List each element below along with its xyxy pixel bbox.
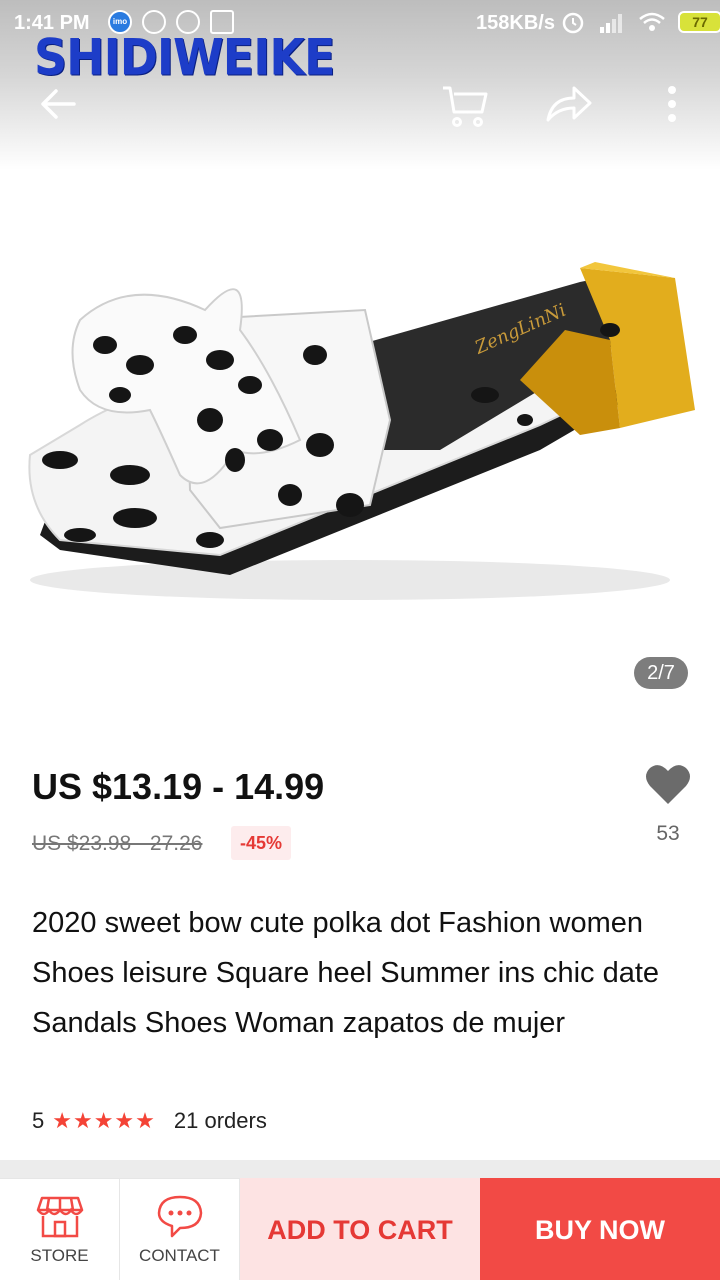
network-speed: 158KB/s — [476, 12, 555, 34]
chat-bubble-icon — [157, 1195, 202, 1237]
orders-count: 21 orders — [173, 1108, 267, 1133]
product-detail-page: ZengLinNi 2/7 1:41 PM imo 158KB/s 77 SHI… — [0, 0, 720, 1280]
contact-label: CONTACT — [139, 1245, 220, 1265]
store-label: STORE — [30, 1245, 89, 1265]
product-image-gallery[interactable]: ZengLinNi 2/7 — [0, 0, 720, 720]
rating-stars: ★★★★★ — [52, 1108, 156, 1133]
wishlist-heart-icon[interactable] — [644, 762, 692, 806]
battery-icon: 77 — [678, 11, 720, 33]
cart-icon[interactable] — [440, 82, 490, 130]
signal-icon — [600, 14, 622, 33]
back-arrow-icon[interactable] — [38, 84, 78, 124]
product-price: US $13.19 - 14.99 — [32, 766, 325, 807]
discount-badge: -45% — [231, 826, 292, 860]
more-menu-icon[interactable] — [660, 84, 684, 124]
section-divider — [0, 1160, 720, 1178]
product-image: ZengLinNi — [28, 262, 695, 600]
contact-button[interactable]: CONTACT — [120, 1178, 240, 1280]
add-to-cart-button[interactable]: ADD TO CART — [240, 1178, 480, 1280]
rating-value: 5 — [32, 1108, 45, 1133]
store-button[interactable]: STORE — [0, 1178, 120, 1280]
product-title: 2020 sweet bow cute polka dot Fashion wo… — [32, 907, 660, 1039]
image-page-indicator: 2/7 — [634, 657, 688, 689]
store-icon — [36, 1196, 83, 1237]
buy-now-button[interactable]: BUY NOW — [480, 1178, 720, 1280]
bottom-action-bar: STORE CONTACT ADD TO CART BUY NOW — [0, 1178, 720, 1280]
rating-row[interactable]: 5 ★★★★★ 21 orders — [32, 1108, 267, 1134]
wifi-icon — [639, 12, 665, 31]
share-icon[interactable] — [544, 82, 594, 126]
wishlist-count: 53 — [656, 822, 680, 845]
watermark-logo: SHIDIWEIKE — [34, 27, 335, 87]
system-icons: 77 — [560, 10, 720, 34]
original-price: US $23.98 - 27.26 — [32, 832, 203, 855]
alarm-icon — [562, 12, 584, 34]
